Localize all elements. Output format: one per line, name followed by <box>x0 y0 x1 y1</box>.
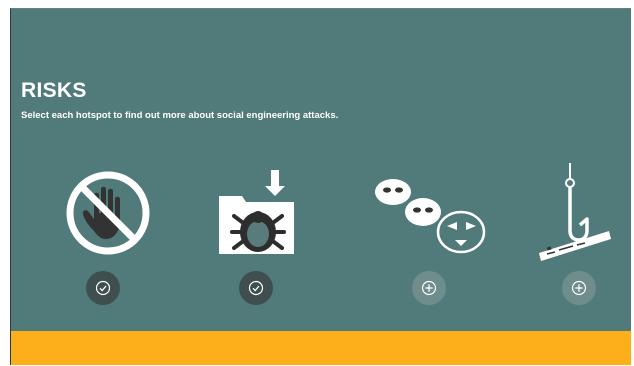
risks-slide: RISKS Select each hotspot to find out mo… <box>10 8 631 365</box>
hotspot-4-button[interactable] <box>562 271 596 305</box>
footer-bar <box>11 331 631 365</box>
plus-icon <box>571 280 587 296</box>
page-title: RISKS <box>21 79 87 102</box>
content-panel: RISKS Select each hotspot to find out mo… <box>11 9 631 331</box>
masks-icon <box>375 179 486 254</box>
hotspot-2-button[interactable] <box>239 271 273 305</box>
hotspot-1-button[interactable] <box>86 271 120 305</box>
check-icon <box>95 280 111 296</box>
instructions-text: Select each hotspot to find out more abo… <box>21 110 339 121</box>
hotspot-3-button[interactable] <box>412 271 446 305</box>
check-icon <box>248 280 264 296</box>
no-hand-icon <box>66 171 150 255</box>
phishing-hook-icon <box>539 163 611 261</box>
folder-bug-download-icon <box>219 170 294 254</box>
plus-icon <box>421 280 437 296</box>
